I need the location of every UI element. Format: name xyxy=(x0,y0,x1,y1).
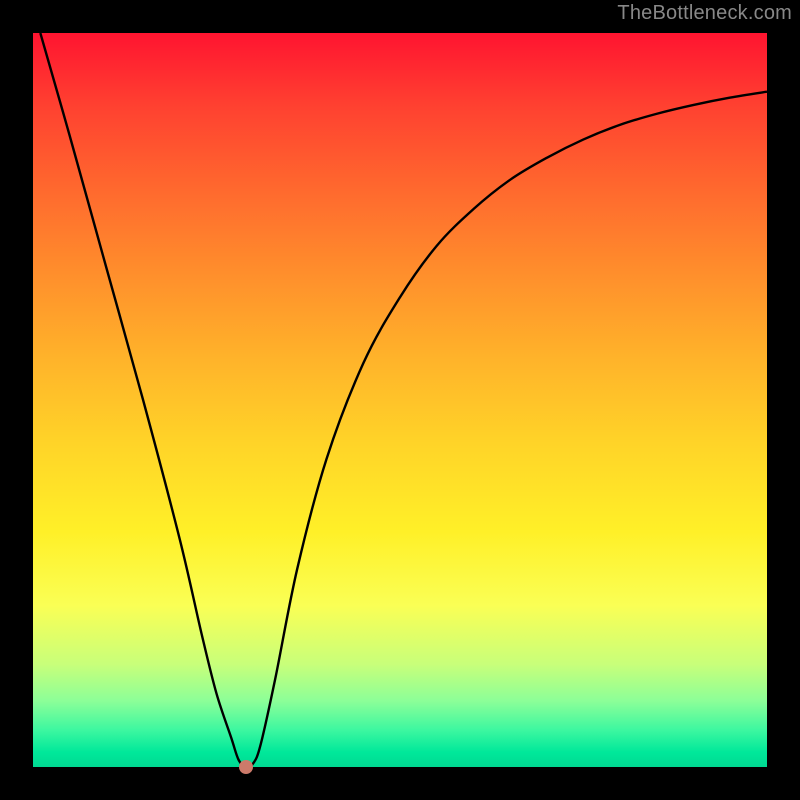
current-config-marker xyxy=(239,760,253,774)
bottleneck-curve xyxy=(33,33,767,767)
plot-area xyxy=(33,33,767,767)
chart-frame: TheBottleneck.com xyxy=(0,0,800,800)
watermark-text: TheBottleneck.com xyxy=(617,2,792,25)
